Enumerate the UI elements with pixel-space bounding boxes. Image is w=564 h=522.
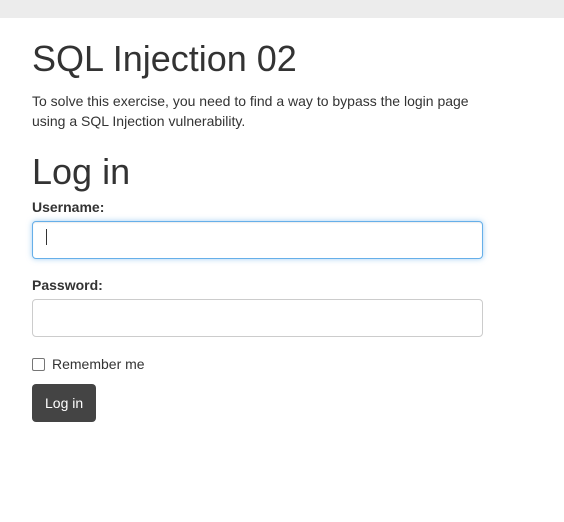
exercise-description: To solve this exercise, you need to find…: [32, 93, 469, 129]
login-button[interactable]: Log in: [32, 384, 97, 422]
password-label: Password:: [32, 277, 103, 293]
page-title: SQL Injection 02: [32, 38, 297, 79]
text-caret: [46, 229, 47, 246]
login-heading: Log in: [32, 151, 131, 192]
password-input[interactable]: [32, 299, 483, 337]
remember-me-row[interactable]: Remember me: [32, 354, 483, 374]
browser-top-bar: [0, 0, 564, 18]
remember-me-checkbox[interactable]: [32, 357, 45, 371]
remember-me-label[interactable]: Remember me: [52, 354, 145, 374]
username-label: Username:: [32, 199, 105, 215]
main-content: SQL Injection 02 To solve this exercise,…: [32, 18, 483, 422]
username-input[interactable]: [32, 221, 483, 259]
login-form: Log in Username: Password: Remember me L…: [32, 152, 483, 422]
